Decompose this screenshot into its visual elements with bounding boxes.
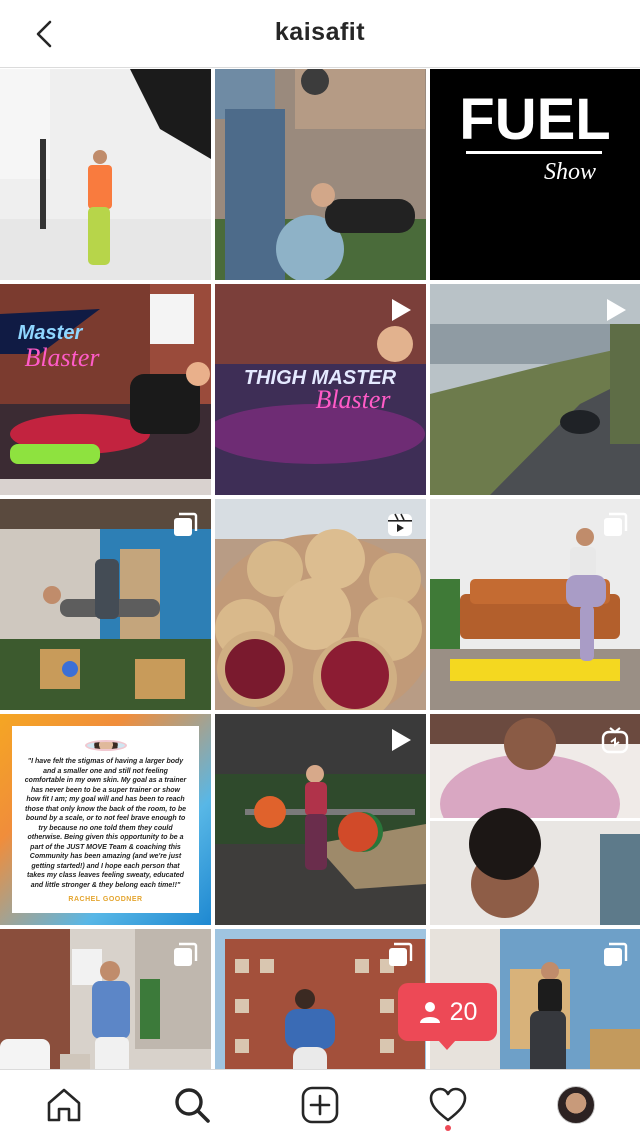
post-thumbnail	[0, 69, 211, 280]
quote-avatar	[84, 740, 127, 751]
video-play-icon	[392, 299, 411, 321]
grid-post-6[interactable]	[430, 284, 640, 495]
follower-notification-badge[interactable]: 20	[398, 983, 497, 1041]
grid-post-2[interactable]	[215, 69, 426, 280]
grid-post-8[interactable]	[215, 499, 426, 710]
grid-post-1[interactable]	[0, 69, 211, 280]
user-icon	[419, 1002, 440, 1023]
add-post-icon	[301, 1086, 339, 1123]
badge-count: 20	[449, 997, 478, 1026]
carousel-icon	[174, 512, 198, 536]
search-icon	[175, 1087, 210, 1123]
video-play-icon	[392, 729, 411, 751]
grid-post-3[interactable]: FUEL Show	[430, 69, 640, 280]
grid-post-10[interactable]: "I have felt the stigmas of having a lar…	[0, 714, 211, 925]
tab-search[interactable]	[128, 1070, 256, 1138]
top-header: kaisafit	[0, 0, 640, 68]
bottom-tab-bar	[0, 1069, 640, 1138]
grid-post-12[interactable]	[430, 714, 640, 925]
grid-post-7[interactable]	[0, 499, 211, 710]
overlay-text: Master	[18, 322, 84, 344]
badge-pointer	[438, 1040, 456, 1050]
video-play-icon	[607, 299, 626, 321]
igtv-icon	[601, 727, 629, 754]
reel-icon	[388, 513, 412, 536]
quote-card: "I have felt the stigmas of having a lar…	[12, 726, 199, 913]
carousel-icon	[604, 512, 628, 536]
carousel-icon	[389, 942, 413, 966]
overlay-text: FUEL	[459, 87, 610, 152]
activity-notification-dot	[445, 1125, 451, 1131]
grid-post-14[interactable]	[215, 929, 426, 1069]
home-icon	[47, 1088, 81, 1121]
carousel-icon	[174, 942, 198, 966]
post-grid: FUEL Show Master Blaster THIGH MASTER Bl…	[0, 69, 640, 1069]
tab-activity[interactable]	[384, 1070, 512, 1138]
grid-post-11[interactable]	[215, 714, 426, 925]
profile-avatar	[557, 1085, 595, 1124]
heart-icon	[429, 1087, 467, 1121]
overlay-text: Blaster	[315, 385, 391, 414]
post-thumbnail: Master Blaster	[0, 284, 211, 495]
grid-post-13[interactable]	[0, 929, 211, 1069]
grid-post-4[interactable]: Master Blaster	[0, 284, 211, 495]
quote-text: "I have felt the stigmas of having a lar…	[24, 758, 187, 889]
post-thumbnail: FUEL Show	[430, 69, 640, 280]
tab-new-post[interactable]	[256, 1070, 384, 1138]
quote-author: RACHEL GOODNER	[68, 896, 143, 903]
grid-post-9[interactable]	[430, 499, 640, 710]
overlay-text: Show	[544, 159, 596, 185]
tab-profile[interactable]	[512, 1070, 640, 1138]
post-thumbnail	[215, 69, 426, 280]
overlay-text: Blaster	[24, 343, 100, 372]
carousel-icon	[604, 942, 628, 966]
tab-home[interactable]	[0, 1070, 128, 1138]
profile-username-title: kaisafit	[274, 18, 366, 46]
grid-post-5[interactable]: THIGH MASTER Blaster	[215, 284, 426, 495]
